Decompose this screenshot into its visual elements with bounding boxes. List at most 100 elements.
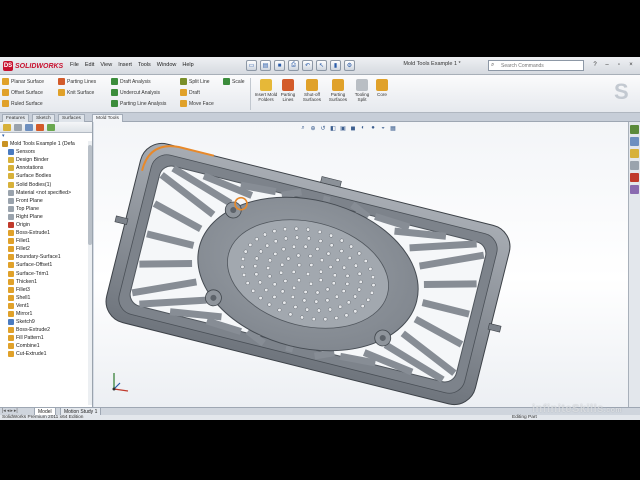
tree-item[interactable]: Fill Pattern1 xyxy=(2,334,92,342)
tree-item[interactable]: Thicken1 xyxy=(2,278,92,286)
tree-item[interactable]: Boss-Extrude1 xyxy=(2,229,92,237)
dimxpert-icon[interactable] xyxy=(36,124,44,131)
tree-item[interactable]: Right Plane xyxy=(2,213,92,221)
resources-icon[interactable] xyxy=(630,125,639,134)
reference-triad xyxy=(112,373,129,392)
restore-icon[interactable]: ▫ xyxy=(614,60,624,70)
tree-item[interactable]: Boss-Extrude2 xyxy=(2,326,92,334)
tree-item-icon xyxy=(8,278,14,285)
filter-icon[interactable]: ▾ xyxy=(0,133,92,140)
save-icon[interactable]: ■ xyxy=(274,60,285,71)
tree-item[interactable]: Top Plane xyxy=(2,205,92,213)
menu-insert[interactable]: Insert xyxy=(116,61,134,69)
parting-line-analysis-button[interactable]: Parting Line Analysis xyxy=(111,99,166,108)
tree-item[interactable]: Design Binder xyxy=(2,156,92,164)
open-icon[interactable]: ▤ xyxy=(260,60,271,71)
tree-item[interactable]: Material <not specified> xyxy=(2,189,92,197)
menu-view[interactable]: View xyxy=(98,61,114,69)
ds-logo-icon: DS xyxy=(3,61,13,71)
appearances-icon[interactable] xyxy=(630,173,639,182)
tree-item[interactable]: Surface-Offset1 xyxy=(2,261,92,269)
search-commands-input[interactable]: ⌕ Search Commands xyxy=(488,60,584,71)
tab-surfaces[interactable]: Surfaces xyxy=(58,114,85,122)
tree-item[interactable]: Boundary-Surface1 xyxy=(2,253,92,261)
tab-mold-tools[interactable]: Mold Tools xyxy=(92,114,123,122)
rebuild-icon[interactable]: ▮ xyxy=(330,60,341,71)
solidworks-logo[interactable]: DS SOLIDWORKS xyxy=(3,60,63,72)
tab-features[interactable]: Features xyxy=(2,114,29,122)
menu-window[interactable]: Window xyxy=(155,61,179,69)
new-icon[interactable]: ▭ xyxy=(246,60,257,71)
ruled-surface-button[interactable]: Ruled Surface xyxy=(2,99,43,108)
insert-mold-folders-button[interactable]: Insert Mold Folders xyxy=(254,79,278,102)
tree-item[interactable]: Vent1 xyxy=(2,302,92,310)
close-icon[interactable]: × xyxy=(626,60,636,70)
tree-scrollbar[interactable] xyxy=(88,141,92,405)
part-model-view[interactable] xyxy=(94,122,628,407)
next-tab-icon[interactable]: ▸ xyxy=(10,408,13,414)
prev-tab-icon[interactable]: ◂ xyxy=(7,408,10,414)
tree-item[interactable]: Fillet1 xyxy=(2,237,92,245)
tree-item-label: Annotations xyxy=(16,165,44,172)
tree-item[interactable]: Origin xyxy=(2,221,92,229)
shut-off-surfaces-button[interactable]: Shut-off Surfaces xyxy=(300,79,324,102)
tree-item[interactable]: Surface Bodies xyxy=(2,172,92,180)
feature-manager-icon[interactable] xyxy=(3,124,11,131)
planar-surface-button[interactable]: Planar Surface xyxy=(2,77,44,86)
tree-item[interactable]: Shell1 xyxy=(2,294,92,302)
graphics-area[interactable]: ⌕ ⊕ ↺ ◧ ▣ ◼ ◐ ● ◒ ▦ xyxy=(94,122,628,407)
tree-item[interactable]: Cut-Extrude1 xyxy=(2,350,92,358)
display-manager-icon[interactable] xyxy=(47,124,55,131)
tooling-split-icon xyxy=(356,79,368,91)
minimize-icon[interactable]: – xyxy=(602,60,612,70)
parting-surfaces-button[interactable]: Parting Surfaces xyxy=(326,79,350,102)
tree-item[interactable]: Sketch9 xyxy=(2,318,92,326)
parting-lines-small-button[interactable]: Parting Lines xyxy=(58,77,96,86)
help-icon[interactable]: ? xyxy=(590,60,600,70)
options-icon[interactable]: ⚙ xyxy=(344,60,355,71)
offset-surface-button[interactable]: Offset Surface xyxy=(2,88,43,97)
print-icon[interactable]: ⎙ xyxy=(288,60,299,71)
tab-sketch[interactable]: Sketch xyxy=(32,114,55,122)
tree-item[interactable]: Front Plane xyxy=(2,197,92,205)
draft-button[interactable]: Draft xyxy=(180,88,200,97)
tree-item-icon xyxy=(8,213,14,220)
tree-item-icon xyxy=(8,270,14,277)
design-library-icon[interactable] xyxy=(630,137,639,146)
select-icon[interactable]: ↖ xyxy=(316,60,327,71)
parting-surfaces-icon xyxy=(332,79,344,91)
knit-surface-button[interactable]: Knit Surface xyxy=(58,88,94,97)
tree-item[interactable]: Solid Bodies(1) xyxy=(2,180,92,188)
custom-properties-icon[interactable] xyxy=(630,185,639,194)
core-button[interactable]: Core xyxy=(370,79,394,97)
tree-root-part[interactable]: Mold Tools Example 1 (Defa xyxy=(2,140,92,148)
split-line-button[interactable]: Split Line xyxy=(180,77,210,86)
tree-item-label: Front Plane xyxy=(16,197,43,204)
ruled-surface-label: Ruled Surface xyxy=(11,100,43,107)
menu-help[interactable]: Help xyxy=(180,61,195,69)
move-face-button[interactable]: Move Face xyxy=(180,99,214,108)
tree-item[interactable]: Combine1 xyxy=(2,342,92,350)
menu-edit[interactable]: Edit xyxy=(83,61,96,69)
configuration-manager-icon[interactable] xyxy=(25,124,33,131)
view-palette-icon[interactable] xyxy=(630,161,639,170)
scrollbar-thumb[interactable] xyxy=(88,145,92,245)
menu-file[interactable]: File xyxy=(68,61,81,69)
file-explorer-icon[interactable] xyxy=(630,149,639,158)
last-tab-icon[interactable]: ▸| xyxy=(14,408,18,414)
parting-lines-button[interactable]: Parting Lines xyxy=(276,79,300,102)
tree-item[interactable]: Fillet2 xyxy=(2,245,92,253)
tree-item[interactable]: Sensors xyxy=(2,148,92,156)
tree-item-label: Mirror1 xyxy=(16,311,33,318)
scale-button[interactable]: Scale xyxy=(223,77,245,86)
tree-item[interactable]: Annotations xyxy=(2,164,92,172)
property-manager-icon[interactable] xyxy=(14,124,22,131)
menu-tools[interactable]: Tools xyxy=(136,61,153,69)
tree-item[interactable]: Mirror1 xyxy=(2,310,92,318)
draft-analysis-button[interactable]: Draft Analysis xyxy=(111,77,151,86)
first-tab-icon[interactable]: |◂ xyxy=(2,408,6,414)
undo-icon[interactable]: ↶ xyxy=(302,60,313,71)
undercut-analysis-button[interactable]: Undercut Analysis xyxy=(111,88,160,97)
tree-item[interactable]: Fillet3 xyxy=(2,286,92,294)
tree-item[interactable]: Surface-Trim1 xyxy=(2,270,92,278)
